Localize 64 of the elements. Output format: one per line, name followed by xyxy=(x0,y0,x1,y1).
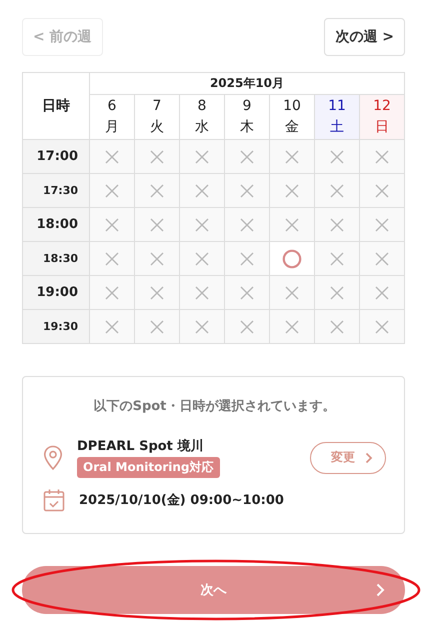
cross-icon xyxy=(105,286,119,300)
cross-icon xyxy=(240,320,254,334)
time-cell: 19:00 xyxy=(22,276,90,310)
selected-datetime: 2025/10/10(金) 09:00~10:00 xyxy=(79,492,284,509)
cross-icon xyxy=(150,150,164,164)
cross-icon xyxy=(150,320,164,334)
column-header: 日時 xyxy=(22,72,90,140)
cross-icon xyxy=(195,218,209,232)
cross-icon xyxy=(375,218,389,232)
next-week-button[interactable]: 次の週 > xyxy=(324,18,405,56)
cross-icon xyxy=(195,320,209,334)
cross-icon xyxy=(330,320,344,334)
cross-icon xyxy=(105,150,119,164)
chevron-icon xyxy=(365,452,373,464)
cross-icon xyxy=(240,184,254,198)
next-button[interactable]: 次へ xyxy=(22,566,405,614)
day-header: 11 土 xyxy=(314,94,360,140)
chevron-icon xyxy=(376,583,385,597)
cross-icon xyxy=(105,320,119,334)
spot-name: DPEARL Spot 境川 xyxy=(77,438,204,455)
cross-icon xyxy=(330,286,344,300)
day-header: 12 日 xyxy=(360,94,404,140)
cross-icon xyxy=(330,184,344,198)
cross-icon xyxy=(150,252,164,266)
cross-icon xyxy=(330,218,344,232)
time-cell: 19:30 xyxy=(22,310,90,344)
cross-icon xyxy=(285,150,299,164)
cross-icon xyxy=(285,218,299,232)
cross-icon xyxy=(375,286,389,300)
time-cell: 18:30 xyxy=(22,242,90,276)
cross-icon xyxy=(105,218,119,232)
available-slot[interactable] xyxy=(270,242,314,276)
time-cell: 18:00 xyxy=(22,208,90,242)
cross-icon xyxy=(240,286,254,300)
cross-icon xyxy=(240,252,254,266)
cross-icon xyxy=(375,252,389,266)
cross-icon xyxy=(285,286,299,300)
cross-icon xyxy=(285,184,299,198)
cross-icon xyxy=(195,252,209,266)
card-heading: 以下のSpot・日時が選択されています。 xyxy=(92,398,336,415)
cross-icon xyxy=(375,150,389,164)
cross-icon xyxy=(150,286,164,300)
cross-icon xyxy=(240,150,254,164)
cross-icon xyxy=(195,286,209,300)
cross-icon xyxy=(330,252,344,266)
cross-icon xyxy=(150,218,164,232)
cross-icon xyxy=(150,184,164,198)
cross-icon xyxy=(240,218,254,232)
month-header: 2025年10月 xyxy=(90,72,404,94)
change-button[interactable]: 変更 xyxy=(310,442,386,474)
cross-icon xyxy=(330,150,344,164)
cross-icon xyxy=(195,150,209,164)
location-pin-icon xyxy=(43,444,63,470)
time-cell: 17:30 xyxy=(22,174,90,208)
cross-icon xyxy=(105,252,119,266)
cross-icon xyxy=(285,320,299,334)
cross-icon xyxy=(195,184,209,198)
cross-icon xyxy=(375,184,389,198)
feature-tag: Oral Monitoring対応 xyxy=(77,457,220,478)
circle-icon xyxy=(282,248,302,268)
cross-icon xyxy=(375,320,389,334)
time-cell: 17:00 xyxy=(22,140,90,174)
calendar-icon xyxy=(43,488,65,512)
cross-icon xyxy=(105,184,119,198)
